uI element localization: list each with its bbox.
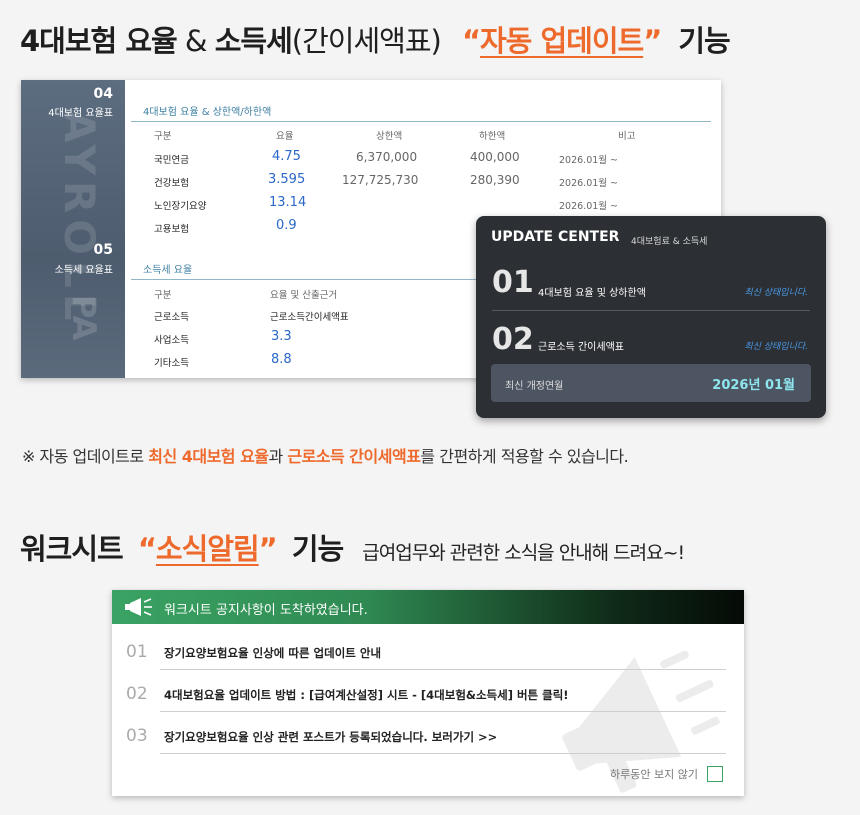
heading2-subtitle: 급여업무와 관련한 소식을 안내해 드려요~! (362, 542, 685, 564)
notice-header: 워크시트 공지사항이 도착하였습니다. (112, 590, 744, 624)
row-label: 사업소득 (154, 335, 189, 346)
update-item-num: 02 (492, 322, 534, 357)
heading-auto-update: 4대보험 요율 & 소득세(간이세액표) “자동 업데이트” 기능 (20, 18, 731, 60)
row-lower: 280,390 (470, 173, 520, 187)
section-title-incometax: 소득세 요율 (143, 265, 193, 276)
update-item-label: 근로소득 간이세액표 (538, 342, 624, 353)
heading1-paren: (간이세액표) (291, 24, 442, 58)
latest-revision-value: 2026년 01월 (712, 378, 795, 393)
col-header-category: 구분 (154, 290, 172, 301)
section-title-insurance: 4대보험 요율 & 상한액/하한액 (143, 107, 272, 118)
row-value: 8.8 (271, 352, 292, 367)
row-upper: 6,370,000 (356, 150, 418, 164)
update-center-title: UPDATE CENTER (491, 229, 620, 245)
row-rate: 0.9 (276, 218, 297, 233)
sidebar-num-04[interactable]: 04 (94, 86, 113, 102)
row-rate: 3.595 (268, 172, 306, 187)
heading1-quote-close: ” (643, 24, 662, 58)
latest-revision-box: 최신 개정연월 2026년 01월 (491, 364, 811, 402)
col-header-rate: 요율 (276, 131, 294, 142)
hide-today-checkbox[interactable] (707, 766, 723, 782)
row-upper: 127,725,730 (342, 173, 419, 187)
update-item-label: 4대보험 요율 및 상하한액 (538, 288, 646, 299)
row-value: 근로소득간이세액표 (270, 312, 349, 323)
heading1-highlight: 자동 업데이트 (480, 24, 644, 58)
heading2-highlight: 소식알림 (155, 532, 260, 566)
row-label: 국민연금 (154, 155, 189, 166)
notice-item-link[interactable]: 장기요양보험요율 인상에 따른 업데이트 안내 (164, 645, 381, 661)
update-item-status: 최신 상태입니다. (744, 342, 808, 352)
col-header-basis: 요율 및 산출근거 (270, 290, 338, 301)
col-header-lower: 하한액 (479, 131, 506, 142)
row-note: 2026.01월 ~ (559, 201, 619, 212)
hide-today-label[interactable]: 하루동안 보지 않기 (610, 766, 698, 782)
notice-divider (160, 669, 726, 670)
sidebar-label-incometax[interactable]: 소득세 요율표 (55, 261, 113, 276)
heading1-tail: 기능 (678, 24, 730, 58)
row-value: 3.3 (271, 329, 292, 344)
row-label: 고용보험 (154, 224, 189, 235)
note-highlight-2: 근로소득 간이세액표 (287, 447, 421, 466)
row-rate: 4.75 (272, 149, 301, 164)
update-center-card: UPDATE CENTER 4대보험료 & 소득세 01 4대보험 요율 및 상… (476, 216, 826, 418)
note-mid: 과 (268, 447, 288, 466)
rates-sidebar: AYROLL PA 04 4대보험 요율표 05 소득세 요율표 (21, 80, 125, 378)
notice-item-link[interactable]: 4대보험요율 업데이트 방법 : [급여계산설정] 시트 - [4대보험&소득세… (164, 687, 569, 703)
notice-item-num: 01 (126, 642, 148, 662)
sidebar-watermark: AYROLL (55, 110, 104, 327)
sidebar-num-05[interactable]: 05 (94, 242, 113, 258)
row-rate: 13.14 (269, 195, 307, 210)
heading1-quote-open: “ (461, 24, 481, 58)
sidebar-watermark-2: PA (65, 295, 103, 341)
row-note: 2026.01월 ~ (559, 155, 619, 166)
row-label: 기타소득 (154, 358, 189, 369)
section-divider (131, 121, 711, 122)
heading2-part1: 워크시트 (20, 532, 124, 566)
notice-divider (160, 711, 726, 712)
heading1-part1: 4대보험 요율 (20, 24, 178, 58)
row-lower: 400,000 (470, 150, 520, 164)
update-item-num: 01 (492, 265, 534, 300)
notice-item-num: 03 (126, 726, 148, 746)
heading-news-alert: 워크시트 “소식알림” 기능 급여업무와 관련한 소식을 안내해 드려요~! (20, 526, 685, 568)
notice-item-link[interactable]: 장기요양보험요율 인상 관련 포스트가 등록되었습니다. 보러가기 >> (164, 729, 497, 745)
heading2-quote-close: ” (258, 532, 278, 566)
heading2-tail: 기능 (291, 532, 344, 566)
col-header-upper: 상한액 (376, 131, 403, 142)
heading1-part2: 소득세 (214, 24, 293, 58)
update-divider (492, 310, 810, 311)
auto-update-note: ※ 자동 업데이트로 최신 4대보험 요율과 근로소득 간이세액표를 간편하게 … (22, 443, 629, 467)
row-note: 2026.01월 ~ (559, 178, 619, 189)
col-header-category: 구분 (154, 131, 172, 142)
row-label: 근로소득 (154, 312, 189, 323)
update-item-status: 최신 상태입니다. (744, 288, 808, 298)
notice-popup: 워크시트 공지사항이 도착하였습니다. 01 장기요양보험요율 인상에 따른 업… (112, 590, 744, 796)
update-center-subtitle: 4대보험료 & 소득세 (631, 237, 708, 247)
heading2-quote-open: “ (137, 532, 157, 566)
row-label: 노인장기요양 (154, 201, 207, 212)
megaphone-icon (125, 598, 152, 616)
notice-divider (160, 753, 726, 754)
col-header-note: 비고 (618, 131, 636, 142)
note-prefix: ※ 자동 업데이트로 (22, 447, 149, 466)
heading1-amp: & (176, 24, 215, 58)
row-label: 건강보험 (154, 178, 189, 189)
note-highlight-1: 최신 4대보험 요율 (148, 447, 269, 466)
note-suffix: 를 간편하게 적용할 수 있습니다. (420, 447, 629, 466)
sidebar-label-insurance[interactable]: 4대보험 요율표 (48, 104, 113, 119)
notice-item-num: 02 (126, 684, 148, 704)
latest-revision-label: 최신 개정연월 (505, 381, 564, 392)
notice-header-title: 워크시트 공지사항이 도착하였습니다. (164, 603, 368, 618)
